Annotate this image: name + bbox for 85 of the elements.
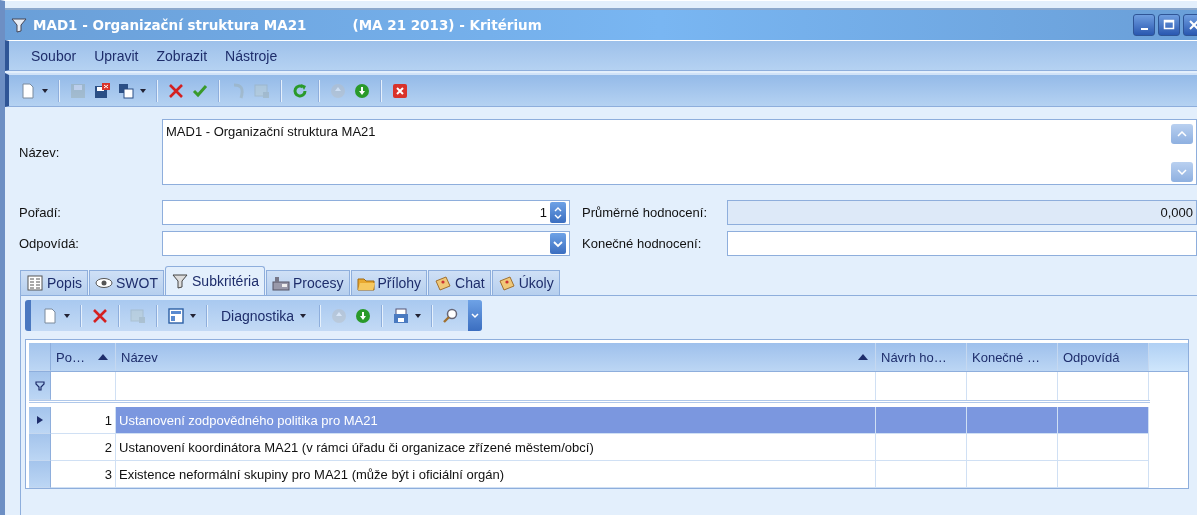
tab[interactable]: SWOT <box>89 270 165 295</box>
minimize-icon <box>1140 28 1148 30</box>
sort-ascending-icon <box>98 354 108 360</box>
copy-icon <box>118 82 134 99</box>
table-cell: 1 <box>51 407 116 434</box>
window-title: MAD1 - Organizační struktura MA21 <box>33 17 307 33</box>
caret-icon <box>42 88 48 93</box>
tab[interactable]: Přílohy <box>350 270 428 295</box>
printer-icon <box>393 307 410 324</box>
floppy-icon <box>70 82 86 99</box>
row-header[interactable] <box>29 407 51 434</box>
eye-icon <box>95 275 114 291</box>
table-cell: 3 <box>51 461 116 488</box>
filter-icon <box>34 380 45 391</box>
field-label: Pořadí: <box>19 205 62 220</box>
diagnostics-button[interactable]: Diagnostika <box>215 305 313 326</box>
table-cell: Ustanovení zodpovědného politika pro MA21 <box>116 407 876 434</box>
table-icon <box>130 307 146 324</box>
table-cell: Existence neformální skupiny pro MA21 (může být i oficiální orgán) <box>116 461 876 488</box>
note-icon <box>434 275 453 291</box>
note-icon <box>497 275 516 291</box>
tab[interactable]: Procesy <box>265 270 350 295</box>
delete-icon <box>92 307 108 324</box>
close-icon <box>1188 19 1197 31</box>
table-icon <box>254 82 270 99</box>
chevron-down-icon <box>471 312 480 319</box>
responsible-dropdown[interactable] <box>162 231 570 256</box>
search-icon <box>443 307 460 324</box>
name-field[interactable]: MAD1 - Organizační struktura MA21 <box>162 119 1197 185</box>
sort-ascending-icon <box>858 354 868 360</box>
funnel-icon <box>11 17 27 33</box>
dropdown-button[interactable] <box>550 233 566 254</box>
caret-icon <box>300 313 307 318</box>
field-label: Odpovídá: <box>19 236 80 251</box>
refresh-icon <box>292 82 308 99</box>
overflow-button[interactable] <box>468 300 483 331</box>
caret-icon <box>415 313 422 318</box>
final-rating-field[interactable] <box>727 231 1197 256</box>
chevron-down-icon <box>553 239 563 248</box>
window-subtitle: (MA 21 2013) - Kritérium <box>352 17 542 33</box>
menu-item[interactable]: Upravit <box>94 47 139 64</box>
order-field[interactable]: 1 <box>162 200 570 225</box>
current-row-icon <box>36 416 43 424</box>
table-cell: 2 <box>51 434 116 461</box>
caret-icon <box>140 88 146 93</box>
list-icon <box>26 275 44 291</box>
chevron-up-icon <box>1177 131 1187 137</box>
scroll-up-button[interactable] <box>1171 124 1193 144</box>
spin-button[interactable] <box>550 202 566 223</box>
folder-icon <box>356 275 375 291</box>
field-label: Konečné hodnocení: <box>581 236 703 251</box>
maximize-button[interactable] <box>1158 14 1180 36</box>
maximize-icon <box>1163 19 1175 31</box>
caret-icon <box>190 313 196 318</box>
floppy-close-icon <box>94 82 110 99</box>
table-cell: Ustanovení koordinátora MA21 (v rámci úřadu či organizace zřízené městem/obcí) <box>116 434 876 461</box>
chevron-down-icon <box>1177 169 1187 175</box>
scroll-down-button[interactable] <box>1171 162 1193 182</box>
minimize-button[interactable] <box>1133 14 1155 36</box>
header-filler <box>1149 343 1188 371</box>
layout-button[interactable] <box>165 305 199 326</box>
checkmark-icon <box>192 82 208 99</box>
caret-icon <box>64 313 70 318</box>
tab[interactable]: Subkritéria <box>165 266 265 295</box>
menu-item[interactable]: Zobrazit <box>156 47 208 64</box>
field-label: Název: <box>19 144 61 160</box>
machine-icon <box>271 275 290 291</box>
menu-item[interactable]: Nástroje <box>225 47 278 64</box>
close-icon <box>392 82 408 99</box>
delete-icon <box>168 82 184 99</box>
tab[interactable]: Chat <box>428 270 491 295</box>
window-icon <box>168 307 184 324</box>
column-header[interactable]: Návrh ho… <box>876 343 967 371</box>
column-header[interactable]: Odpovídá <box>1058 343 1149 371</box>
menu-item[interactable]: Soubor <box>31 47 77 64</box>
average-field[interactable]: 0,000 <box>727 200 1197 225</box>
funnel-icon <box>171 273 190 289</box>
document-icon <box>20 82 36 99</box>
document-icon <box>42 307 58 324</box>
column-header[interactable]: Po… <box>51 343 116 371</box>
field-label: Průměrné hodnocení: <box>581 205 709 220</box>
tab[interactable]: Popis <box>20 270 89 295</box>
column-header[interactable]: Název <box>116 343 876 371</box>
tab[interactable]: Úkoly <box>491 270 560 295</box>
column-header[interactable]: Konečné … <box>967 343 1058 371</box>
